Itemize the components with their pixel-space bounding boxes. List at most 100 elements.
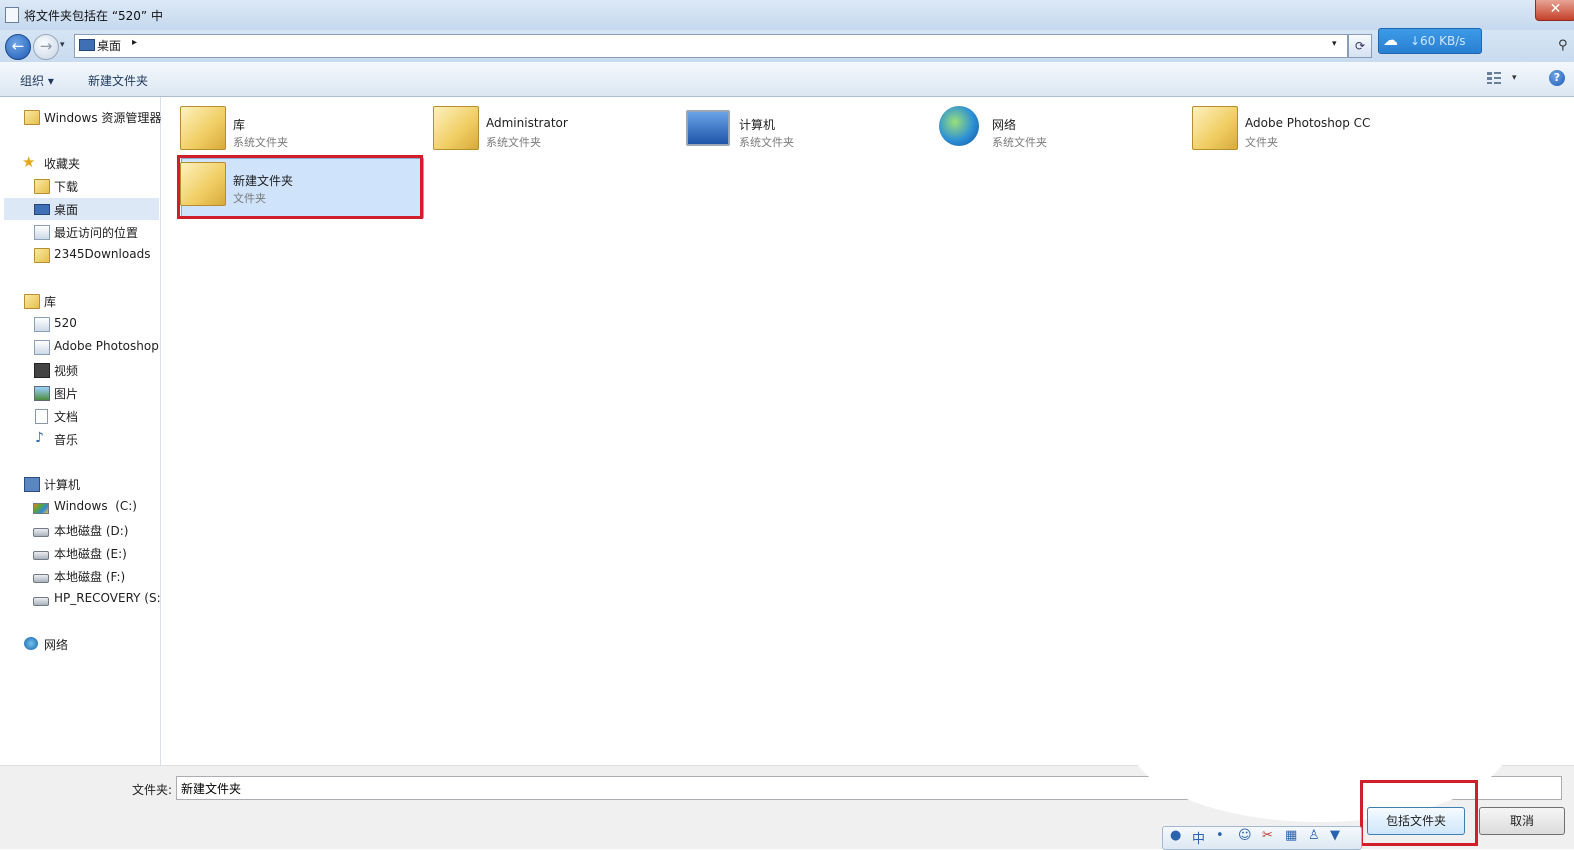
red-highlight-box — [1360, 780, 1478, 846]
nav-item-label: 收藏夹 — [44, 157, 81, 171]
item-type: 系统文件夹 — [233, 136, 288, 149]
nav-item-network[interactable]: 网络 — [0, 633, 160, 655]
nav-item-drive-s[interactable]: HP_RECOVERY (S:) — [0, 588, 160, 610]
item-name: 网络 — [992, 118, 1017, 132]
nav-item-label: 2345Downloads — [54, 247, 151, 261]
address-bar[interactable] — [74, 34, 1348, 58]
skin-icon[interactable]: ▼ — [1330, 828, 1340, 843]
music-icon: ♪ — [35, 430, 44, 446]
user-icon[interactable]: ● — [1170, 828, 1181, 843]
nav-item-label: 桌面 — [54, 203, 79, 217]
breadcrumb-chevron-icon[interactable]: ▸ — [132, 37, 137, 48]
item-name: 计算机 — [739, 118, 776, 132]
refresh-icon: ⟳ — [1354, 39, 1366, 53]
library-icon — [34, 340, 50, 355]
nav-item-label: HP_RECOVERY (S:) — [54, 591, 160, 605]
star-icon: ★ — [22, 153, 36, 171]
red-highlight-box — [177, 155, 423, 219]
nav-item-label: 下载 — [54, 180, 79, 194]
person-icon[interactable]: ♙ — [1308, 828, 1320, 843]
nav-item-libraries[interactable]: 库 — [0, 290, 160, 312]
forward-button[interactable]: → — [33, 34, 59, 60]
nav-item-label: 本地磁盘 (E:) — [54, 547, 127, 561]
library-icon — [34, 317, 50, 332]
nav-item-favorites[interactable]: ★ 收藏夹 — [0, 152, 160, 174]
nav-item-label: 库 — [44, 295, 57, 309]
recent-pages-dropdown[interactable]: ▾ — [60, 40, 65, 50]
arrow-left-icon: ← — [11, 37, 25, 55]
nav-item-lib-520[interactable]: 520 — [0, 313, 160, 335]
network-globe-icon — [939, 106, 979, 146]
nav-item-label: 网络 — [44, 638, 69, 652]
nav-item-lib-photoshop[interactable]: Adobe Photoshop — [0, 336, 160, 358]
nav-item-label: 计算机 — [44, 478, 81, 492]
view-dropdown[interactable]: ▾ — [1512, 73, 1517, 83]
hard-drive-icon — [33, 551, 49, 560]
back-button[interactable]: ← — [5, 34, 31, 60]
nav-item-label: 本地磁盘 (F:) — [54, 570, 126, 584]
nav-item-documents[interactable]: 文档 — [0, 405, 160, 427]
nav-item-explorer[interactable]: Windows 资源管理器 — [0, 106, 162, 128]
nav-item-label: 图片 — [54, 387, 79, 401]
search-icon[interactable]: ⚲ — [1558, 38, 1568, 53]
nav-item-drive-f[interactable]: 本地磁盘 (F:) — [0, 565, 160, 587]
nav-item-pictures[interactable]: 图片 — [0, 382, 160, 404]
user-folder-icon — [433, 106, 479, 150]
nav-item-label: 文档 — [54, 410, 79, 424]
nav-item-drive-e[interactable]: 本地磁盘 (E:) — [0, 542, 160, 564]
folder-field-label: 文件夹: — [132, 783, 173, 797]
item-name: 库 — [233, 118, 246, 132]
item-type: 系统文件夹 — [992, 136, 1047, 149]
item-libraries[interactable]: 库 系统文件夹 — [178, 102, 424, 154]
hard-drive-icon — [33, 528, 49, 537]
nav-item-label: Windows 资源管理器 — [44, 111, 162, 125]
ime-language-toggle[interactable]: 中 — [1192, 828, 1205, 847]
library-icon — [24, 294, 40, 309]
nav-item-drive-c[interactable]: Windows (C:) — [0, 496, 160, 518]
folder-icon — [1192, 106, 1238, 150]
item-adobe-photoshop-cc[interactable]: Adobe Photoshop CC 文件夹 — [1190, 102, 1436, 154]
windows-drive-icon — [33, 503, 49, 514]
help-button[interactable]: ? — [1549, 70, 1565, 86]
item-administrator[interactable]: Administrator 系统文件夹 — [431, 102, 677, 154]
item-name: Administrator — [486, 116, 568, 130]
nav-item-label: Windows (C:) — [54, 499, 137, 513]
view-options-icon[interactable] — [1486, 71, 1502, 85]
hard-drive-icon — [33, 574, 49, 583]
scissors-icon[interactable]: ✂ — [1262, 828, 1273, 843]
nav-item-recent-places[interactable]: 最近访问的位置 — [0, 221, 160, 243]
hard-drive-icon — [33, 597, 49, 606]
nav-item-music[interactable]: ♪ 音乐 — [0, 428, 160, 450]
cancel-button[interactable]: 取消 — [1479, 807, 1565, 835]
emoji-icon[interactable]: ☺ — [1238, 828, 1252, 843]
punctuation-icon[interactable]: • — [1216, 828, 1224, 843]
desktop-icon — [34, 204, 50, 215]
computer-icon — [24, 477, 40, 492]
nav-item-drive-d[interactable]: 本地磁盘 (D:) — [0, 519, 160, 541]
nav-item-2345downloads[interactable]: 2345Downloads — [0, 244, 160, 266]
nav-item-downloads[interactable]: 下载 — [0, 175, 160, 197]
video-icon — [34, 363, 50, 378]
library-folder-icon — [180, 106, 226, 150]
arrow-right-icon: → — [39, 37, 53, 55]
address-dropdown[interactable]: ▾ — [1332, 39, 1337, 49]
window-title: 将文件夹包括在 “520” 中 — [24, 9, 163, 23]
item-name: Adobe Photoshop CC — [1245, 116, 1371, 130]
nav-item-videos[interactable]: 视频 — [0, 359, 160, 381]
address-location[interactable]: 桌面 — [97, 37, 121, 54]
downloads-folder-icon — [34, 179, 50, 194]
refresh-button[interactable]: ⟳ — [1348, 34, 1372, 58]
new-folder-button[interactable]: 新建文件夹 — [88, 72, 148, 89]
nav-item-label: 音乐 — [54, 433, 79, 447]
item-network[interactable]: 网络 系统文件夹 — [937, 102, 1183, 154]
organize-button[interactable]: 组织 ▾ — [20, 72, 54, 89]
item-computer[interactable]: 计算机 系统文件夹 — [684, 102, 930, 154]
download-speed-text: ↓60 KB/s — [1410, 34, 1466, 48]
nav-item-computer[interactable]: 计算机 — [0, 473, 160, 495]
nav-item-desktop[interactable]: 桌面 — [4, 198, 159, 220]
close-button[interactable]: ✕ — [1535, 0, 1574, 21]
item-type: 系统文件夹 — [486, 136, 541, 149]
network-icon — [24, 637, 38, 650]
keyboard-icon[interactable]: ▦ — [1285, 828, 1297, 843]
item-type: 系统文件夹 — [739, 136, 794, 149]
